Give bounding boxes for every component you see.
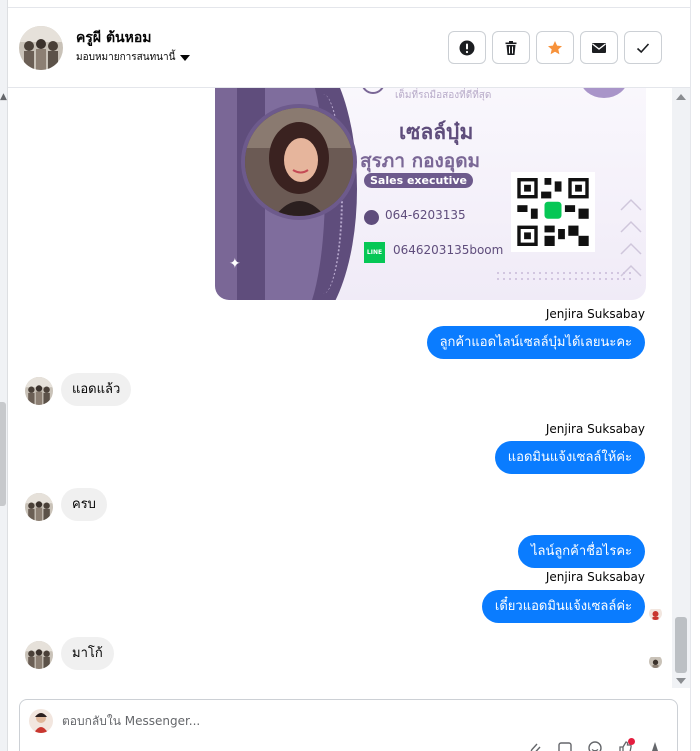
group-photo-icon xyxy=(19,26,63,70)
outgoing-message[interactable]: ไลน์ลูกค้าชื่อไรคะ xyxy=(517,535,645,568)
line-badge-text: LINE xyxy=(366,249,383,256)
sparkle-icon: ✦ xyxy=(229,256,241,272)
card-profile-photo xyxy=(241,104,357,220)
reply-input[interactable] xyxy=(62,710,622,732)
more-options-button[interactable] xyxy=(647,740,663,751)
scroll-down-arrow-icon[interactable] xyxy=(676,678,686,684)
like-button[interactable] xyxy=(617,738,635,751)
top-border xyxy=(8,0,690,8)
trash-icon xyxy=(505,40,517,55)
incoming-message[interactable]: แอดแล้ว xyxy=(61,373,132,406)
agent-avatar-icon xyxy=(29,709,53,733)
phone-icon xyxy=(364,210,379,225)
reply-composer xyxy=(19,699,678,751)
check-icon xyxy=(636,42,650,53)
message-sender: Jenjira Suksabay xyxy=(545,307,645,321)
conversation-header: ครูผี ต้นหอม มอบหมายการสนทนานี้ xyxy=(8,8,690,88)
mark-spam-button[interactable] xyxy=(448,31,486,64)
mark-done-button[interactable] xyxy=(624,31,662,64)
contact-avatar-small[interactable] xyxy=(25,493,53,521)
message-thread[interactable]: เต็มที่รถมือสองที่ดีที่สุด ✦ เซลล์บุ๋ม ส… xyxy=(8,88,672,694)
incoming-message[interactable]: ครบ xyxy=(61,488,107,521)
outgoing-message[interactable]: เดี๋ยวแอดมินแจ้งเซลล์ค่ะ xyxy=(481,590,645,623)
thread-scrollbar-thumb[interactable] xyxy=(675,617,687,673)
outgoing-message[interactable]: แอดมินแจ้งเซลล์ให้ค่ะ xyxy=(494,441,645,474)
alert-icon xyxy=(459,40,475,55)
seen-by-contact-avatar xyxy=(649,655,662,668)
qr-code xyxy=(511,172,595,252)
smile-icon xyxy=(588,741,602,751)
messenger-inbox-window: ▲ ครูผี ต้นหอม มอบหมายการสนทนานี้ เต็มที… xyxy=(0,0,700,751)
card-person-name: สุรภา กองอุดม xyxy=(360,150,481,172)
card-deco-circle xyxy=(580,88,628,98)
delete-button[interactable] xyxy=(492,31,530,64)
assign-label: มอบหมายการสนทนานี้ xyxy=(76,52,176,63)
message-sender: Jenjira Suksabay xyxy=(545,570,645,584)
left-panel-edge: ▲ xyxy=(0,0,8,751)
seen-by-avatar xyxy=(649,607,662,620)
group-photo-icon xyxy=(25,377,53,405)
contact-avatar-small[interactable] xyxy=(25,377,53,405)
message-box-icon xyxy=(558,742,572,751)
thread-scrollbar[interactable] xyxy=(672,88,690,688)
emoji-button[interactable] xyxy=(587,740,603,751)
scroll-up-arrow-icon[interactable] xyxy=(676,94,686,100)
contact-avatar-small[interactable] xyxy=(25,641,53,669)
incoming-message[interactable]: มาโก้ xyxy=(61,637,114,670)
business-card-image[interactable]: เต็มที่รถมือสองที่ดีที่สุด ✦ เซลล์บุ๋ม ส… xyxy=(215,88,646,300)
line-app-icon: LINE xyxy=(364,242,385,263)
group-photo-icon xyxy=(25,493,53,521)
card-line-id: 0646203135boom xyxy=(393,243,504,257)
card-logo xyxy=(361,88,385,94)
message-sender: Jenjira Suksabay xyxy=(545,422,645,436)
qr-code-icon xyxy=(517,178,589,246)
saved-reply-button[interactable] xyxy=(557,740,573,751)
caret-down-icon xyxy=(180,54,191,61)
star-icon xyxy=(548,40,562,54)
right-edge xyxy=(690,0,700,751)
group-photo-icon xyxy=(25,641,53,669)
notification-dot xyxy=(628,738,635,745)
assign-conversation-dropdown[interactable]: มอบหมายการสนทนานี้ xyxy=(76,50,191,65)
card-tagline: เต็มที่รถมือสองที่ดีที่สุด xyxy=(395,90,492,101)
mail-icon xyxy=(592,42,606,53)
card-position: Sales executive xyxy=(364,173,473,188)
person-photo-icon xyxy=(245,108,353,216)
scroll-marker-icon: ▲ xyxy=(0,92,7,102)
card-phone: 064-6203135 xyxy=(385,208,466,222)
star-button[interactable] xyxy=(536,31,574,64)
send-icon xyxy=(652,742,658,751)
left-scrollbar-thumb[interactable] xyxy=(0,402,6,506)
outgoing-message[interactable]: ลูกค้าแอดไลน์เซลล์บุ๋มได้เลยนะคะ xyxy=(426,326,645,359)
group-photo-icon xyxy=(649,657,662,668)
my-avatar xyxy=(29,709,53,733)
contact-name: ครูผี ต้นหอม xyxy=(76,30,152,46)
header-actions xyxy=(448,31,662,64)
card-title: เซลล์บุ๋ม xyxy=(399,120,474,144)
agent-avatar-icon xyxy=(649,609,662,620)
contact-avatar[interactable] xyxy=(19,26,63,70)
card-dot-grid xyxy=(495,270,635,284)
mark-unread-button[interactable] xyxy=(580,31,618,64)
paperclip-icon xyxy=(530,743,541,751)
composer-tools xyxy=(527,738,663,751)
attach-button[interactable] xyxy=(527,740,543,751)
